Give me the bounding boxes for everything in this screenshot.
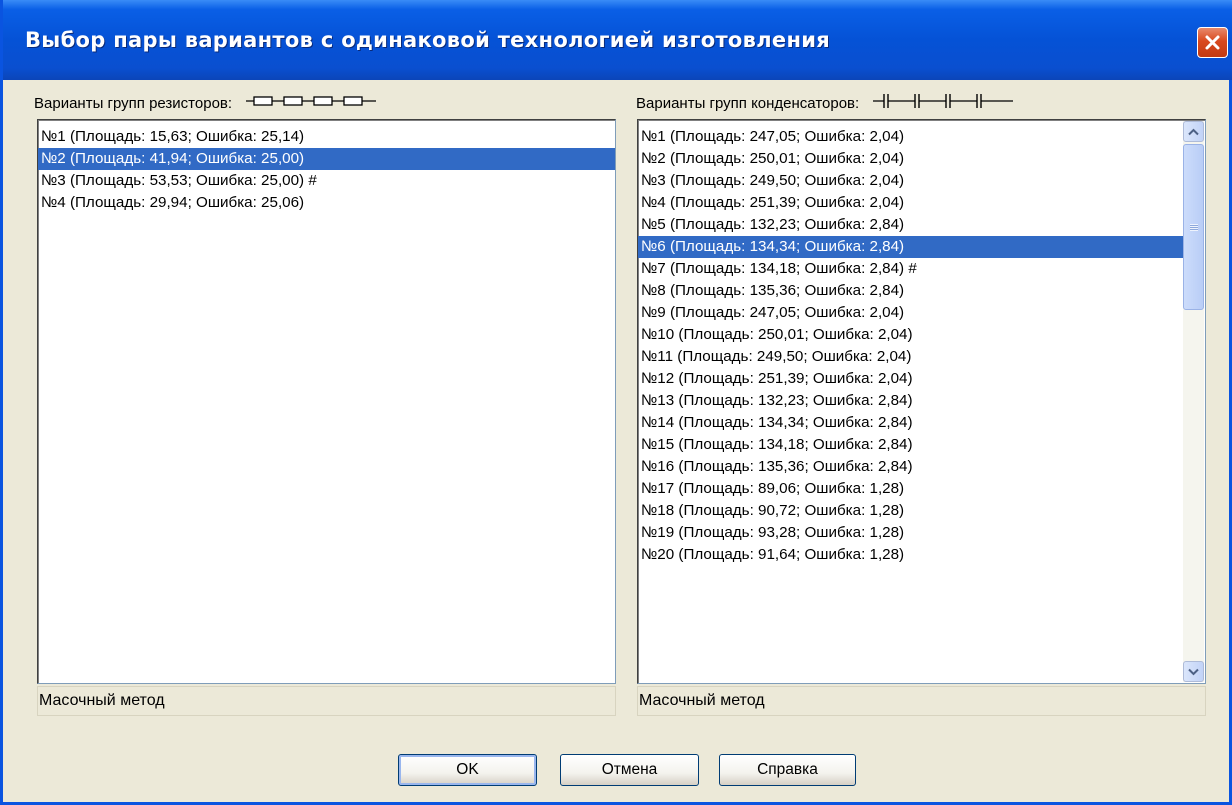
- list-item[interactable]: №6 (Площадь: 134,34; Ошибка: 2,84): [638, 236, 1183, 258]
- list-item[interactable]: №12 (Площадь: 251,39; Ошибка: 2,04): [638, 368, 1183, 390]
- resistors-items: №1 (Площадь: 15,63; Ошибка: 25,14) №2 (Пл…: [38, 120, 615, 214]
- chevron-down-icon: [1188, 668, 1199, 675]
- list-item[interactable]: №10 (Площадь: 250,01; Ошибка: 2,04): [638, 324, 1183, 346]
- list-item[interactable]: №15 (Площадь: 134,18; Ошибка: 2,84): [638, 434, 1183, 456]
- resistors-listbox[interactable]: №1 (Площадь: 15,63; Ошибка: 25,14) №2 (Пл…: [37, 119, 616, 684]
- list-item[interactable]: №14 (Площадь: 134,34; Ошибка: 2,84): [638, 412, 1183, 434]
- ok-button[interactable]: OK: [398, 754, 537, 786]
- list-item[interactable]: №13 (Площадь: 132,23; Ошибка: 2,84): [638, 390, 1183, 412]
- resistors-label-row: Варианты групп резисторов:: [34, 93, 377, 113]
- list-item[interactable]: №9 (Площадь: 247,05; Ошибка: 2,04): [638, 302, 1183, 324]
- list-item[interactable]: №1 (Площадь: 247,05; Ошибка: 2,04): [638, 126, 1183, 148]
- list-item[interactable]: №3 (Площадь: 249,50; Ошибка: 2,04): [638, 170, 1183, 192]
- close-icon: [1205, 35, 1220, 50]
- list-item[interactable]: №20 (Площадь: 91,64; Ошибка: 1,28): [638, 544, 1183, 566]
- capacitors-label: Варианты групп конденсаторов:: [636, 94, 860, 112]
- list-item[interactable]: №18 (Площадь: 90,72; Ошибка: 1,28): [638, 500, 1183, 522]
- window-title: Выбор пары вариантов с одинаковой технол…: [25, 28, 831, 52]
- capacitors-items: №1 (Площадь: 247,05; Ошибка: 2,04) №2 (Пл…: [638, 126, 1183, 566]
- capacitors-listbox[interactable]: №1 (Площадь: 247,05; Ошибка: 2,04) №2 (Пл…: [637, 119, 1206, 684]
- scroll-up-button[interactable]: [1183, 121, 1204, 142]
- grip-icon: [1189, 223, 1198, 231]
- capacitor-chain-icon: [873, 92, 1014, 114]
- scrollbar-thumb[interactable]: [1183, 144, 1204, 310]
- list-item[interactable]: №2 (Площадь: 41,94; Ошибка: 25,00): [38, 148, 615, 170]
- list-item[interactable]: №1 (Площадь: 15,63; Ошибка: 25,14): [38, 126, 615, 148]
- title-bar[interactable]: Выбор пары вариантов с одинаковой технол…: [3, 0, 1232, 80]
- chevron-up-icon: [1188, 128, 1199, 135]
- list-item[interactable]: №16 (Площадь: 135,36; Ошибка: 2,84): [638, 456, 1183, 478]
- list-item[interactable]: №4 (Площадь: 251,39; Ошибка: 2,04): [638, 192, 1183, 214]
- list-item[interactable]: №19 (Площадь: 93,28; Ошибка: 1,28): [638, 522, 1183, 544]
- dialog-window: Выбор пары вариантов с одинаковой технол…: [0, 0, 1232, 805]
- list-item[interactable]: №4 (Площадь: 29,94; Ошибка: 25,06): [38, 192, 615, 214]
- list-item[interactable]: №8 (Площадь: 135,36; Ошибка: 2,84): [638, 280, 1183, 302]
- list-item[interactable]: №3 (Площадь: 53,53; Ошибка: 25,00) #: [38, 170, 615, 192]
- close-button[interactable]: [1197, 27, 1228, 58]
- scroll-down-button[interactable]: [1183, 661, 1204, 682]
- list-item[interactable]: №5 (Площадь: 132,23; Ошибка: 2,84): [638, 214, 1183, 236]
- cancel-button[interactable]: Отмена: [560, 754, 699, 786]
- capacitors-status: Масочный метод: [637, 686, 1206, 716]
- capacitors-scrollbar[interactable]: [1183, 121, 1204, 682]
- resistors-label: Варианты групп резисторов:: [34, 94, 233, 112]
- list-item[interactable]: №2 (Площадь: 250,01; Ошибка: 2,04): [638, 148, 1183, 170]
- resistors-status: Масочный метод: [37, 686, 616, 716]
- list-item[interactable]: №17 (Площадь: 89,06; Ошибка: 1,28): [638, 478, 1183, 500]
- list-item[interactable]: №11 (Площадь: 249,50; Ошибка: 2,04): [638, 346, 1183, 368]
- list-item[interactable]: №7 (Площадь: 134,18; Ошибка: 2,84) #: [638, 258, 1183, 280]
- capacitors-label-row: Варианты групп конденсаторов:: [636, 92, 1014, 114]
- resistor-chain-icon: [246, 94, 377, 112]
- help-button[interactable]: Справка: [719, 754, 856, 786]
